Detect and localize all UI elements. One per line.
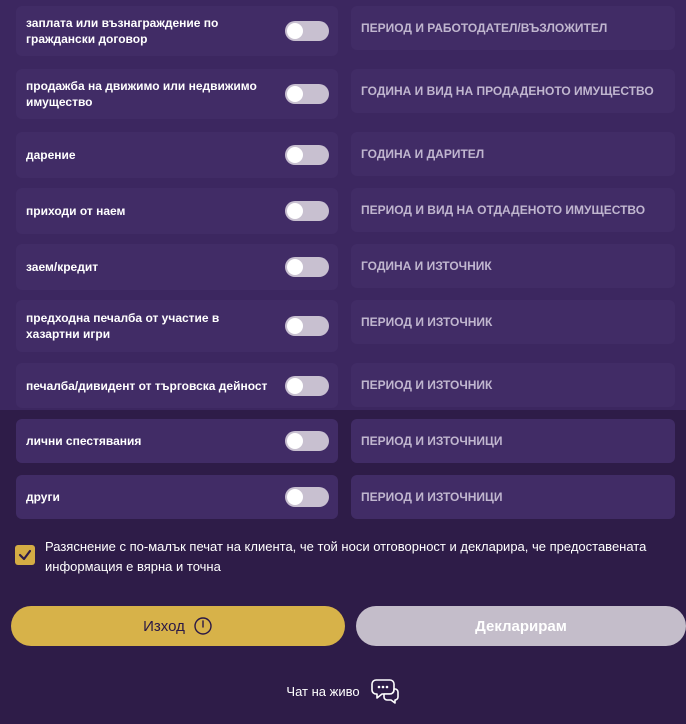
confirmation-checkbox[interactable] xyxy=(15,545,35,565)
confirmation-section: Разяснение с по-малък печат на клиента, … xyxy=(15,537,675,579)
toggle-knob xyxy=(287,433,303,449)
toggle-knob xyxy=(287,86,303,102)
income-detail-placeholder: ГОДИНА И ДАРИТЕЛ xyxy=(361,147,485,161)
income-detail-placeholder: ПЕРИОД И ИЗТОЧНИЦИ xyxy=(361,490,503,504)
income-detail-placeholder: ГОДИНА И ИЗТОЧНИК xyxy=(361,259,492,273)
income-detail-placeholder: ПЕРИОД И ИЗТОЧНИК xyxy=(361,315,493,329)
income-option-card[interactable]: печалба/дивидент от търговска дейност xyxy=(16,363,338,408)
declare-button-label: Декларирам xyxy=(475,617,567,635)
income-option-card[interactable]: други xyxy=(16,475,338,519)
power-icon xyxy=(193,616,213,636)
income-toggle[interactable] xyxy=(285,431,329,451)
income-option-label: дарение xyxy=(26,148,76,162)
income-detail-input[interactable]: ПЕРИОД И ИЗТОЧНИК xyxy=(351,300,675,344)
income-toggle[interactable] xyxy=(285,257,329,277)
income-toggle[interactable] xyxy=(285,145,329,165)
income-option-card[interactable]: продажба на движимо или недвижимо имущес… xyxy=(16,69,338,119)
income-option-label: лични спестявания xyxy=(26,434,142,448)
income-option-label: заем/кредит xyxy=(26,260,99,274)
income-option-label: заплата или възнаграждение по граждански… xyxy=(26,16,219,46)
chat-bubbles-icon xyxy=(370,676,400,706)
income-detail-placeholder: ПЕРИОД И ВИД НА ОТДАДЕНОТО ИМУЩЕСТВО xyxy=(361,203,646,217)
income-toggle[interactable] xyxy=(285,487,329,507)
toggle-knob xyxy=(287,203,303,219)
income-option-card[interactable]: предходна печалба от участие в хазартни … xyxy=(16,300,338,352)
live-chat-label: Чат на живо xyxy=(286,683,360,699)
income-detail-input[interactable]: ГОДИНА И ВИД НА ПРОДАДЕНОТО ИМУЩЕСТВО xyxy=(351,69,675,113)
declare-button[interactable]: Декларирам xyxy=(356,606,686,646)
income-option-label: печалба/дивидент от търговска дейност xyxy=(26,379,268,393)
income-detail-input[interactable]: ПЕРИОД И РАБОТОДАТЕЛ/ВЪЗЛОЖИТЕЛ xyxy=(351,6,675,50)
exit-button-label: Изход xyxy=(143,617,185,635)
toggle-knob xyxy=(287,259,303,275)
income-detail-placeholder: ПЕРИОД И ИЗТОЧНИК xyxy=(361,378,493,392)
income-toggle[interactable] xyxy=(285,21,329,41)
checkmark-icon xyxy=(18,549,32,561)
confirmation-text: Разяснение с по-малък печат на клиента, … xyxy=(45,539,647,574)
live-chat-link[interactable]: Чат на живо xyxy=(0,674,686,708)
income-option-card[interactable]: приходи от наем xyxy=(16,188,338,234)
income-toggle[interactable] xyxy=(285,84,329,104)
toggle-knob xyxy=(287,318,303,334)
income-option-card[interactable]: заплата или възнаграждение по граждански… xyxy=(16,6,338,56)
income-detail-input[interactable]: ГОДИНА И ДАРИТЕЛ xyxy=(351,132,675,176)
toggle-knob xyxy=(287,489,303,505)
income-option-card[interactable]: лични спестявания xyxy=(16,419,338,463)
toggle-knob xyxy=(287,147,303,163)
income-detail-placeholder: ПЕРИОД И ИЗТОЧНИЦИ xyxy=(361,434,503,448)
toggle-knob xyxy=(287,23,303,39)
income-detail-input[interactable]: ГОДИНА И ИЗТОЧНИК xyxy=(351,244,675,288)
income-toggle[interactable] xyxy=(285,316,329,336)
income-detail-placeholder: ПЕРИОД И РАБОТОДАТЕЛ/ВЪЗЛОЖИТЕЛ xyxy=(361,21,608,35)
income-toggle[interactable] xyxy=(285,376,329,396)
income-option-label: продажба на движимо или недвижимо имущес… xyxy=(26,79,257,109)
income-detail-input[interactable]: ПЕРИОД И ВИД НА ОТДАДЕНОТО ИМУЩЕСТВО xyxy=(351,188,675,232)
income-option-label: предходна печалба от участие в хазартни … xyxy=(26,311,220,341)
income-option-label: други xyxy=(26,490,60,504)
income-option-card[interactable]: заем/кредит xyxy=(16,244,338,290)
income-option-label: приходи от наем xyxy=(26,204,126,218)
income-option-card[interactable]: дарение xyxy=(16,132,338,178)
exit-button[interactable]: Изход xyxy=(11,606,345,646)
income-toggle[interactable] xyxy=(285,201,329,221)
toggle-knob xyxy=(287,378,303,394)
income-detail-placeholder: ГОДИНА И ВИД НА ПРОДАДЕНОТО ИМУЩЕСТВО xyxy=(361,84,654,98)
income-detail-input[interactable]: ПЕРИОД И ИЗТОЧНИК xyxy=(351,363,675,407)
income-detail-input[interactable]: ПЕРИОД И ИЗТОЧНИЦИ xyxy=(351,475,675,519)
income-detail-input[interactable]: ПЕРИОД И ИЗТОЧНИЦИ xyxy=(351,419,675,463)
